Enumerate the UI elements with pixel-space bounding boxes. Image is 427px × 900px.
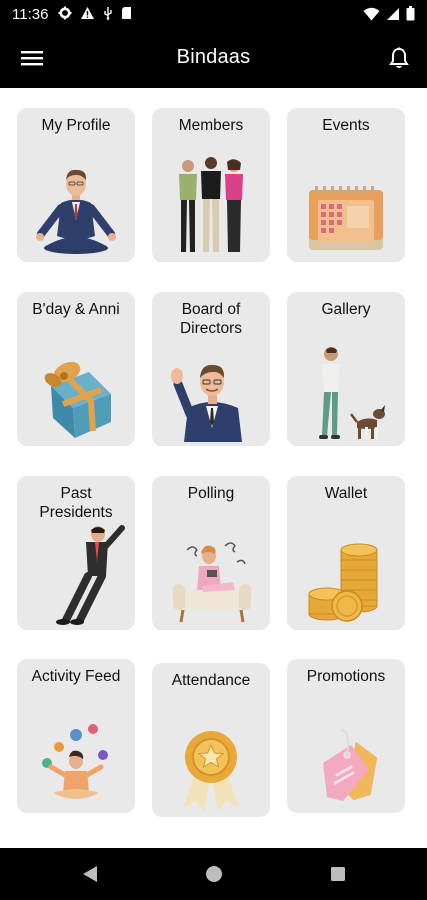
tile-past-presidents[interactable]: Past Presidents	[17, 476, 135, 630]
status-icons-right	[363, 6, 415, 21]
tile-label: Wallet	[324, 485, 368, 502]
tile-board-of-directors[interactable]: Board of Directors	[152, 292, 270, 446]
tile-activity-feed[interactable]: Activity Feed	[17, 659, 135, 813]
back-icon	[83, 866, 97, 882]
leaning-man-illustration	[17, 522, 135, 626]
tile-label: B'day & Anni	[32, 301, 120, 318]
award-badge-illustration	[152, 719, 270, 813]
app-title: Bindaas	[176, 46, 251, 68]
calendar-illustration	[287, 168, 405, 258]
tile-label: Polling	[187, 485, 235, 502]
nav-back-button[interactable]	[80, 864, 100, 884]
tile-label: Attendance	[171, 672, 251, 689]
system-nav-bar	[0, 848, 427, 900]
signal-icon	[387, 7, 399, 20]
wifi-icon	[363, 7, 380, 20]
tile-bday-anni[interactable]: B'day & Anni	[17, 292, 135, 446]
tile-polling[interactable]: Polling	[152, 476, 270, 630]
bell-icon	[389, 47, 409, 69]
man-with-dog-illustration	[287, 342, 405, 442]
usb-icon	[104, 7, 112, 20]
group-of-people-illustration	[152, 154, 270, 258]
home-icon	[206, 866, 222, 882]
app-bar: Bindaas	[0, 30, 427, 88]
waving-man-illustration	[152, 350, 270, 442]
tile-promotions[interactable]: Promotions	[287, 659, 405, 813]
tile-label: My Profile	[41, 117, 111, 134]
tile-label: Board of Directors	[179, 301, 242, 337]
tile-label: Promotions	[306, 668, 386, 685]
gift-box-illustration	[17, 346, 135, 442]
tile-gallery[interactable]: Gallery	[287, 292, 405, 446]
tile-label: Gallery	[321, 301, 371, 318]
recents-icon	[331, 867, 345, 881]
tile-label: Events	[322, 117, 370, 134]
nav-home-button[interactable]	[204, 864, 224, 884]
warning-icon	[81, 7, 94, 19]
tile-label: Activity Feed	[31, 668, 121, 685]
tile-my-profile[interactable]: My Profile	[17, 108, 135, 262]
nav-recents-button[interactable]	[328, 864, 348, 884]
thinking-woman-on-sofa-illustration	[152, 526, 270, 626]
status-icons-left	[58, 6, 132, 20]
tile-label: Past Presidents	[39, 485, 113, 521]
sd-card-icon	[122, 7, 131, 19]
tile-wallet[interactable]: Wallet	[287, 476, 405, 630]
tile-attendance[interactable]: Attendance	[152, 663, 270, 817]
juggling-person-illustration	[17, 719, 135, 809]
tile-label: Members	[178, 117, 244, 134]
price-tags-illustration	[287, 719, 405, 809]
meditating-man-illustration	[17, 158, 135, 258]
coin-stacks-illustration	[287, 530, 405, 626]
battery-icon	[406, 6, 415, 21]
status-bar: 11:36	[0, 0, 427, 30]
tile-members[interactable]: Members	[152, 108, 270, 262]
notifications-button[interactable]	[385, 44, 413, 72]
tile-events[interactable]: Events	[287, 108, 405, 262]
status-time: 11:36	[12, 6, 49, 23]
gear-icon	[58, 6, 72, 20]
